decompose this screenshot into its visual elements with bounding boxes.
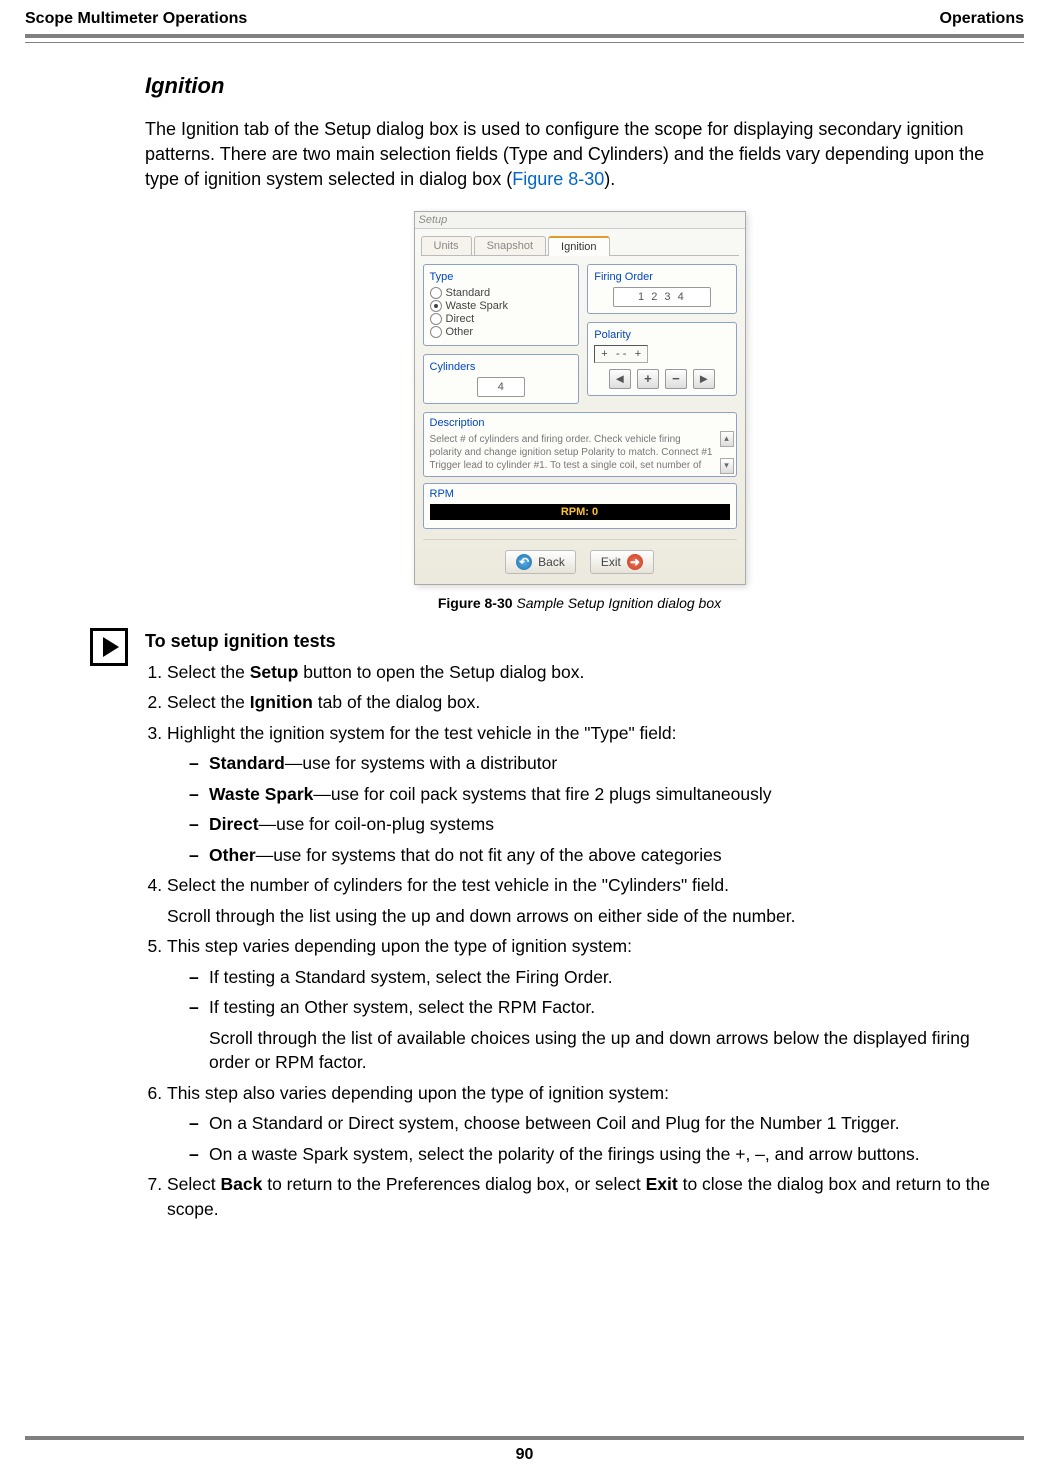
step-5b: If testing an Other system, select the R…: [189, 995, 1014, 1075]
header-right: Operations: [940, 10, 1024, 28]
header-left: Scope Multimeter Operations: [25, 10, 247, 28]
setup-dialog: Setup Units Snapshot Ignition Type Stand…: [414, 211, 746, 585]
step-5a: If testing a Standard system, select the…: [189, 965, 1014, 990]
exit-arrow-icon: ➜: [627, 554, 643, 570]
dialog-title: Setup: [415, 212, 745, 229]
scroll-up-icon[interactable]: ▴: [720, 431, 734, 447]
back-button[interactable]: ↶ Back: [505, 550, 576, 574]
step-2: Select the Ignition tab of the dialog bo…: [167, 690, 1014, 715]
figure-caption: Figure 8-30 Sample Setup Ignition dialog…: [145, 595, 1014, 611]
procedure-icon: [90, 628, 128, 666]
firing-order-panel: Firing Order 1 2 3 4: [587, 264, 736, 314]
step-3b: Waste Spark—use for coil pack systems th…: [189, 782, 1014, 807]
footer-rule: [25, 1436, 1024, 1440]
step-3a: Standard—use for systems with a distribu…: [189, 751, 1014, 776]
type-panel: Type Standard Waste Spark Direct Other: [423, 264, 580, 346]
dialog-tabs: Units Snapshot Ignition: [421, 233, 739, 256]
step-6: This step also varies depending upon the…: [167, 1081, 1014, 1167]
step-1: Select the Setup button to open the Setu…: [167, 660, 1014, 685]
step-3: Highlight the ignition system for the te…: [167, 721, 1014, 868]
polarity-display: + - - +: [594, 345, 648, 363]
step-5: This step varies depending upon the type…: [167, 934, 1014, 1075]
cylinders-panel: Cylinders 4: [423, 354, 580, 404]
polarity-label: Polarity: [594, 329, 729, 341]
firing-order-value[interactable]: 1 2 3 4: [613, 287, 711, 307]
rpm-label: RPM: [430, 488, 730, 500]
header-rule-thin: [25, 42, 1024, 43]
back-arrow-icon: ↶: [516, 554, 532, 570]
type-label: Type: [430, 271, 573, 283]
polarity-plus-button[interactable]: +: [637, 369, 659, 389]
rpm-display: RPM: 0: [430, 504, 730, 520]
section-title: Ignition: [145, 73, 1014, 99]
step-3c: Direct—use for coil-on-plug systems: [189, 812, 1014, 837]
exit-button[interactable]: Exit ➜: [590, 550, 654, 574]
polarity-minus-button[interactable]: −: [665, 369, 687, 389]
step-7: Select Back to return to the Preferences…: [167, 1172, 1014, 1221]
description-panel: Description Select # of cylinders and fi…: [423, 412, 737, 477]
type-option-waste-spark[interactable]: Waste Spark: [430, 300, 573, 312]
figure-link[interactable]: Figure 8-30: [512, 169, 604, 189]
polarity-panel: Polarity + - - + ◄ + − ►: [587, 322, 736, 396]
header-rule-thick: [25, 34, 1024, 38]
procedure-steps: Select the Setup button to open the Setu…: [145, 660, 1014, 1222]
intro-paragraph: The Ignition tab of the Setup dialog box…: [145, 117, 1014, 193]
scroll-down-icon[interactable]: ▾: [720, 458, 734, 474]
radio-icon: [430, 300, 442, 312]
tab-units[interactable]: Units: [421, 236, 472, 255]
type-option-other[interactable]: Other: [430, 326, 573, 338]
description-text: Select # of cylinders and firing order. …: [430, 433, 730, 472]
tab-ignition[interactable]: Ignition: [548, 236, 609, 256]
intro-text-after: ).: [604, 169, 615, 189]
polarity-right-button[interactable]: ►: [693, 369, 715, 389]
step-4: Select the number of cylinders for the t…: [167, 873, 1014, 928]
type-option-standard[interactable]: Standard: [430, 287, 573, 299]
radio-icon: [430, 287, 442, 299]
cylinders-value[interactable]: 4: [477, 377, 525, 397]
type-option-direct[interactable]: Direct: [430, 313, 573, 325]
step-6b: On a waste Spark system, select the pola…: [189, 1142, 1014, 1167]
description-scrollbar[interactable]: ▴ ▾: [720, 431, 734, 474]
dialog-divider: [423, 539, 737, 540]
procedure-title: To setup ignition tests: [145, 631, 1014, 652]
rpm-panel: RPM RPM: 0: [423, 483, 737, 529]
firing-order-label: Firing Order: [594, 271, 729, 283]
tab-snapshot[interactable]: Snapshot: [474, 236, 546, 255]
polarity-left-button[interactable]: ◄: [609, 369, 631, 389]
figure: Setup Units Snapshot Ignition Type Stand…: [145, 211, 1014, 611]
description-label: Description: [430, 417, 730, 429]
radio-icon: [430, 326, 442, 338]
cylinders-label: Cylinders: [430, 361, 573, 373]
radio-icon: [430, 313, 442, 325]
step-3d: Other—use for systems that do not fit an…: [189, 843, 1014, 868]
page-number: 90: [25, 1446, 1024, 1464]
step-6a: On a Standard or Direct system, choose b…: [189, 1111, 1014, 1136]
